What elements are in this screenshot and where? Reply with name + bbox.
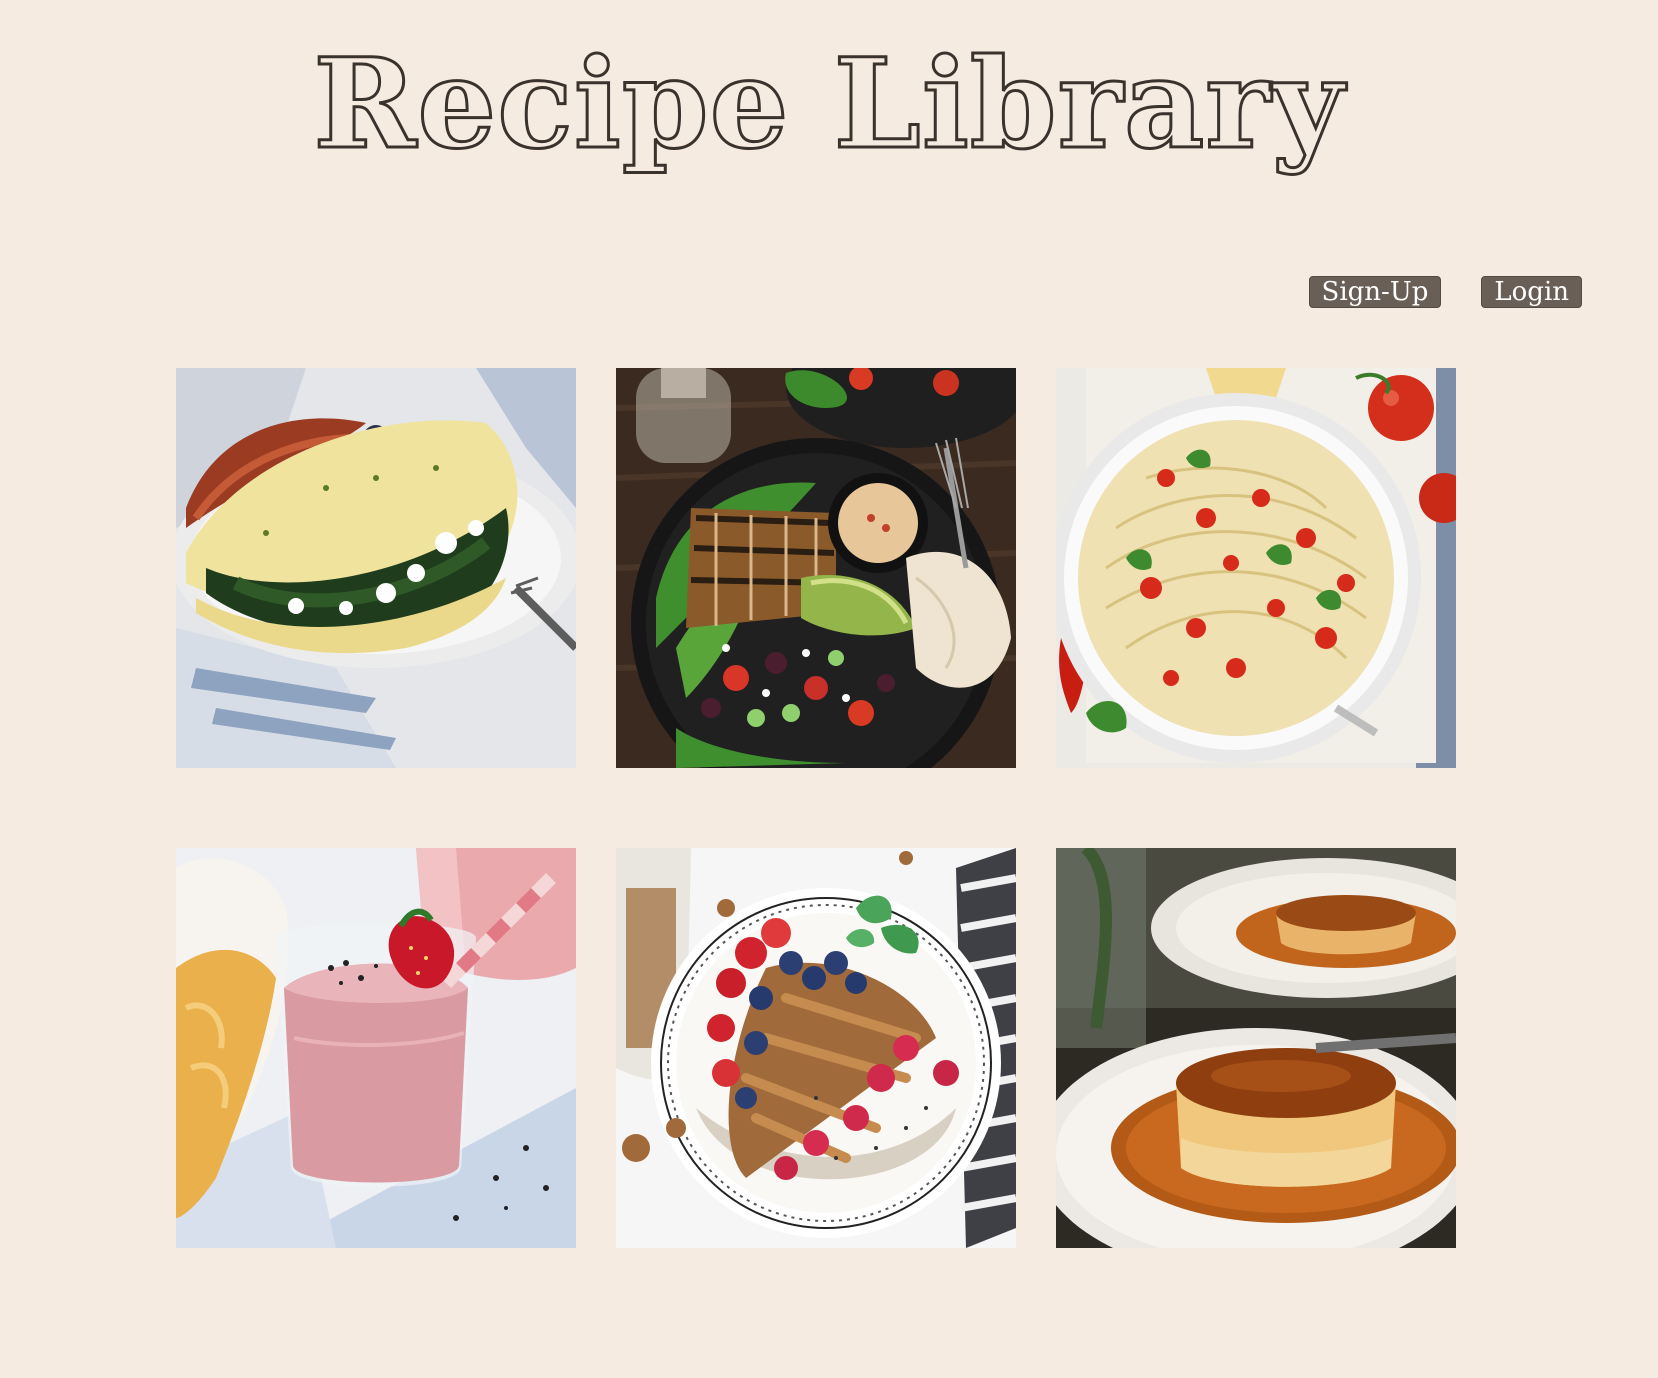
recipe-card-omelette[interactable] [176, 368, 576, 768]
recipe-grid [176, 368, 1456, 1248]
spinach-feta-omelette-image [176, 368, 576, 768]
signup-button[interactable]: Sign-Up [1308, 276, 1442, 308]
recipe-card-chicken-salad[interactable] [616, 368, 1016, 768]
login-button[interactable]: Login [1481, 276, 1582, 308]
recipe-card-spaghetti[interactable] [1056, 368, 1456, 768]
auth-nav: Sign-Up Login [1308, 276, 1582, 308]
page-title: Recipe Library [312, 32, 1345, 177]
recipe-card-granola-bowl[interactable] [616, 848, 1016, 1248]
grilled-chicken-salad-bowl-image [616, 368, 1016, 768]
strawberry-smoothie-image [176, 848, 576, 1248]
tomato-spaghetti-pan-image [1056, 368, 1456, 768]
recipe-card-smoothie[interactable] [176, 848, 576, 1248]
berry-granola-yogurt-bowl-image [616, 848, 1016, 1248]
recipe-card-flan[interactable] [1056, 848, 1456, 1248]
caramel-flan-image [1056, 848, 1456, 1248]
